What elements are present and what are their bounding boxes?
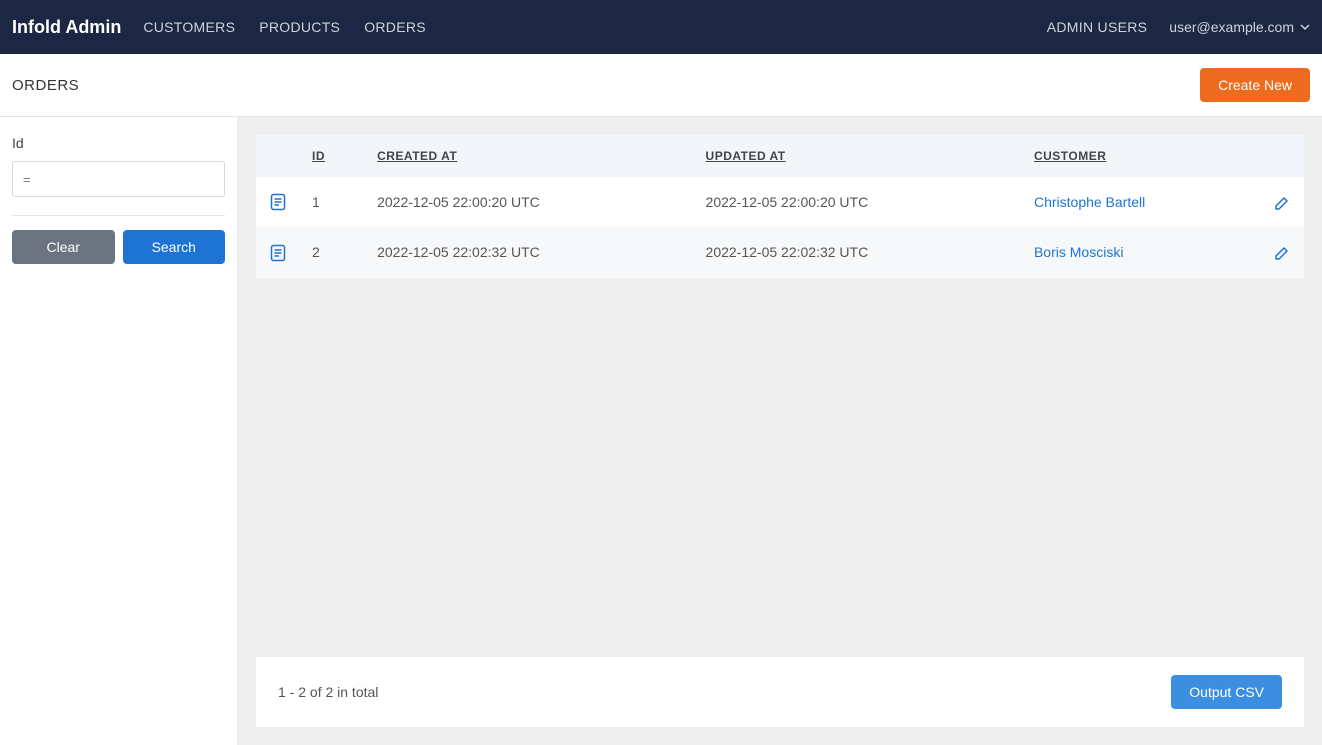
cell-id: 1: [300, 177, 365, 227]
chevron-down-icon: [1300, 22, 1310, 32]
page-title: ORDERS: [12, 77, 79, 94]
view-icon[interactable]: [270, 193, 286, 209]
pagination-range: 1 - 2 of 2 in total: [278, 684, 378, 700]
sub-header: ORDERS Create New: [0, 54, 1322, 117]
clear-button[interactable]: Clear: [12, 230, 115, 264]
cell-id: 2: [300, 227, 365, 277]
customer-link[interactable]: Christophe Bartell: [1034, 194, 1145, 210]
col-customer[interactable]: CUSTOMER: [1022, 135, 1260, 177]
filter-id-input[interactable]: [12, 161, 225, 197]
main-layout: Id Clear Search ID CREATED AT UPDATED AT…: [0, 117, 1322, 745]
cell-updated-at: 2022-12-05 22:02:32 UTC: [694, 227, 1022, 277]
brand-logo[interactable]: Infold Admin: [12, 17, 121, 38]
col-created-at[interactable]: CREATED AT: [365, 135, 693, 177]
create-new-button[interactable]: Create New: [1200, 68, 1310, 102]
top-nav: Infold Admin CUSTOMERS PRODUCTS ORDERS A…: [0, 0, 1322, 54]
output-csv-button[interactable]: Output CSV: [1171, 675, 1282, 709]
col-view: [256, 135, 300, 177]
user-menu[interactable]: user@example.com: [1169, 19, 1310, 35]
main-content: ID CREATED AT UPDATED AT CUSTOMER: [238, 117, 1322, 745]
customer-link[interactable]: Boris Mosciski: [1034, 244, 1123, 260]
cell-updated-at: 2022-12-05 22:00:20 UTC: [694, 177, 1022, 227]
user-email: user@example.com: [1169, 19, 1294, 35]
filter-divider: [12, 215, 225, 216]
table-filler: [256, 278, 1304, 657]
edit-icon[interactable]: [1274, 194, 1290, 210]
table-row: 2 2022-12-05 22:02:32 UTC 2022-12-05 22:…: [256, 227, 1304, 277]
nav-link-customers[interactable]: CUSTOMERS: [143, 19, 235, 35]
col-id[interactable]: ID: [300, 135, 365, 177]
filter-id-label: Id: [12, 135, 225, 151]
orders-table: ID CREATED AT UPDATED AT CUSTOMER: [256, 135, 1304, 278]
filter-sidebar: Id Clear Search: [0, 117, 238, 745]
col-updated-at[interactable]: UPDATED AT: [694, 135, 1022, 177]
nav-link-admin-users[interactable]: ADMIN USERS: [1047, 19, 1148, 35]
edit-icon[interactable]: [1274, 244, 1290, 260]
nav-links: CUSTOMERS PRODUCTS ORDERS: [143, 19, 1046, 35]
filter-buttons: Clear Search: [12, 230, 225, 264]
col-edit: [1260, 135, 1304, 177]
view-icon[interactable]: [270, 243, 286, 259]
nav-link-products[interactable]: PRODUCTS: [259, 19, 340, 35]
table-row: 1 2022-12-05 22:00:20 UTC 2022-12-05 22:…: [256, 177, 1304, 227]
table-header-row: ID CREATED AT UPDATED AT CUSTOMER: [256, 135, 1304, 177]
nav-right: ADMIN USERS user@example.com: [1047, 19, 1310, 35]
table-footer: 1 - 2 of 2 in total Output CSV: [256, 657, 1304, 727]
cell-created-at: 2022-12-05 22:02:32 UTC: [365, 227, 693, 277]
nav-link-orders[interactable]: ORDERS: [364, 19, 426, 35]
cell-created-at: 2022-12-05 22:00:20 UTC: [365, 177, 693, 227]
table-wrap: ID CREATED AT UPDATED AT CUSTOMER: [256, 135, 1304, 727]
search-button[interactable]: Search: [123, 230, 226, 264]
